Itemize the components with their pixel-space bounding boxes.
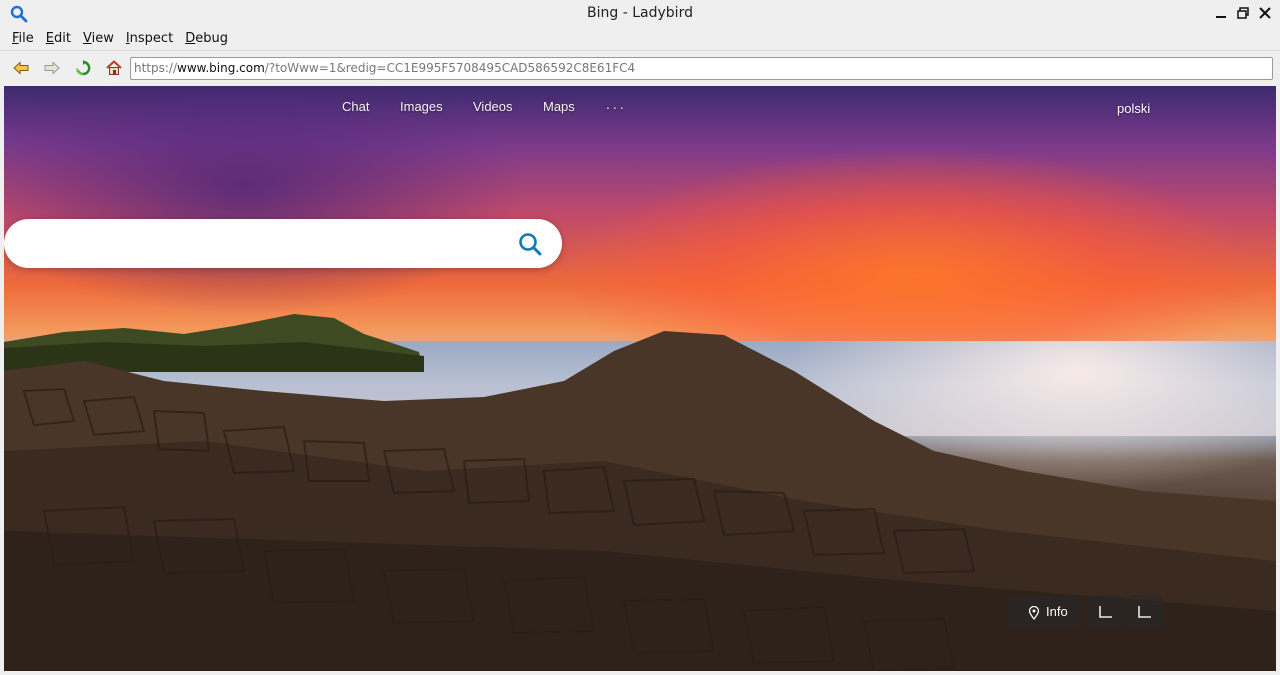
menu-inspect[interactable]: Inspect <box>120 28 179 49</box>
language-link[interactable]: polski <box>1117 101 1150 116</box>
nav-videos-link[interactable]: Videos <box>473 99 513 114</box>
minimize-icon[interactable] <box>1214 6 1228 20</box>
title-bar: Bing - Ladybird <box>0 0 1280 28</box>
back-arrow-icon <box>13 61 29 75</box>
info-label: Info <box>1046 604 1068 619</box>
home-icon <box>106 60 122 75</box>
menu-file-label: ile <box>18 31 34 46</box>
nav-more-button[interactable]: ... <box>606 96 627 112</box>
menu-bar: File Edit View Inspect Debug <box>0 28 1280 49</box>
search-icon[interactable] <box>517 231 543 257</box>
corner-left-icon <box>1099 606 1112 618</box>
menu-edit-mnemonic: E <box>45 31 54 46</box>
url-scheme: https:// <box>134 61 178 75</box>
menu-view-label: iew <box>91 31 114 46</box>
menu-debug-mnemonic: D <box>185 31 196 46</box>
navigation-toolbar: https://www.bing.com/?toWww=1&redig=CC1E… <box>0 50 1280 84</box>
url-path: /?toWww=1&redig=CC1E995F5708495CAD586592… <box>264 61 636 75</box>
restore-icon[interactable] <box>1236 6 1250 20</box>
nav-images-link[interactable]: Images <box>400 99 443 114</box>
back-button[interactable] <box>11 58 31 78</box>
window-title: Bing - Ladybird <box>587 5 693 21</box>
background-purple-clouds <box>4 86 524 316</box>
forward-arrow-icon <box>44 61 60 75</box>
close-icon[interactable] <box>1258 6 1272 20</box>
menu-inspect-label: nspect <box>129 31 174 46</box>
menu-file[interactable]: File <box>6 28 40 49</box>
corner-right-icon <box>1138 606 1151 618</box>
menu-edit-label: dit <box>54 31 71 46</box>
menu-edit[interactable]: Edit <box>40 28 77 49</box>
location-pin-icon <box>1028 606 1040 620</box>
reload-icon <box>76 60 91 76</box>
previous-image-button[interactable] <box>1088 595 1124 629</box>
url-host: www.bing.com <box>177 61 265 75</box>
nav-chat-link[interactable]: Chat <box>342 99 369 114</box>
menu-view-mnemonic: V <box>82 31 92 46</box>
nav-maps-link[interactable]: Maps <box>543 99 575 114</box>
url-bar[interactable]: https://www.bing.com/?toWww=1&redig=CC1E… <box>130 57 1273 80</box>
forward-button[interactable] <box>42 58 62 78</box>
menu-view[interactable]: View <box>77 28 120 49</box>
menu-debug[interactable]: Debug <box>179 28 234 49</box>
home-button[interactable] <box>104 58 124 78</box>
browser-window: Bing - Ladybird File Edit View Inspect D… <box>0 0 1280 675</box>
background-basalt-columns <box>4 331 1276 671</box>
next-image-button[interactable] <box>1127 595 1163 629</box>
web-content: Chat Images Videos Maps ... polski Info <box>4 86 1276 671</box>
search-box <box>4 219 562 268</box>
reload-button[interactable] <box>73 58 93 78</box>
search-input[interactable] <box>24 231 504 255</box>
menu-debug-label: ebug <box>195 31 228 46</box>
info-button[interactable]: Info <box>1008 595 1082 629</box>
